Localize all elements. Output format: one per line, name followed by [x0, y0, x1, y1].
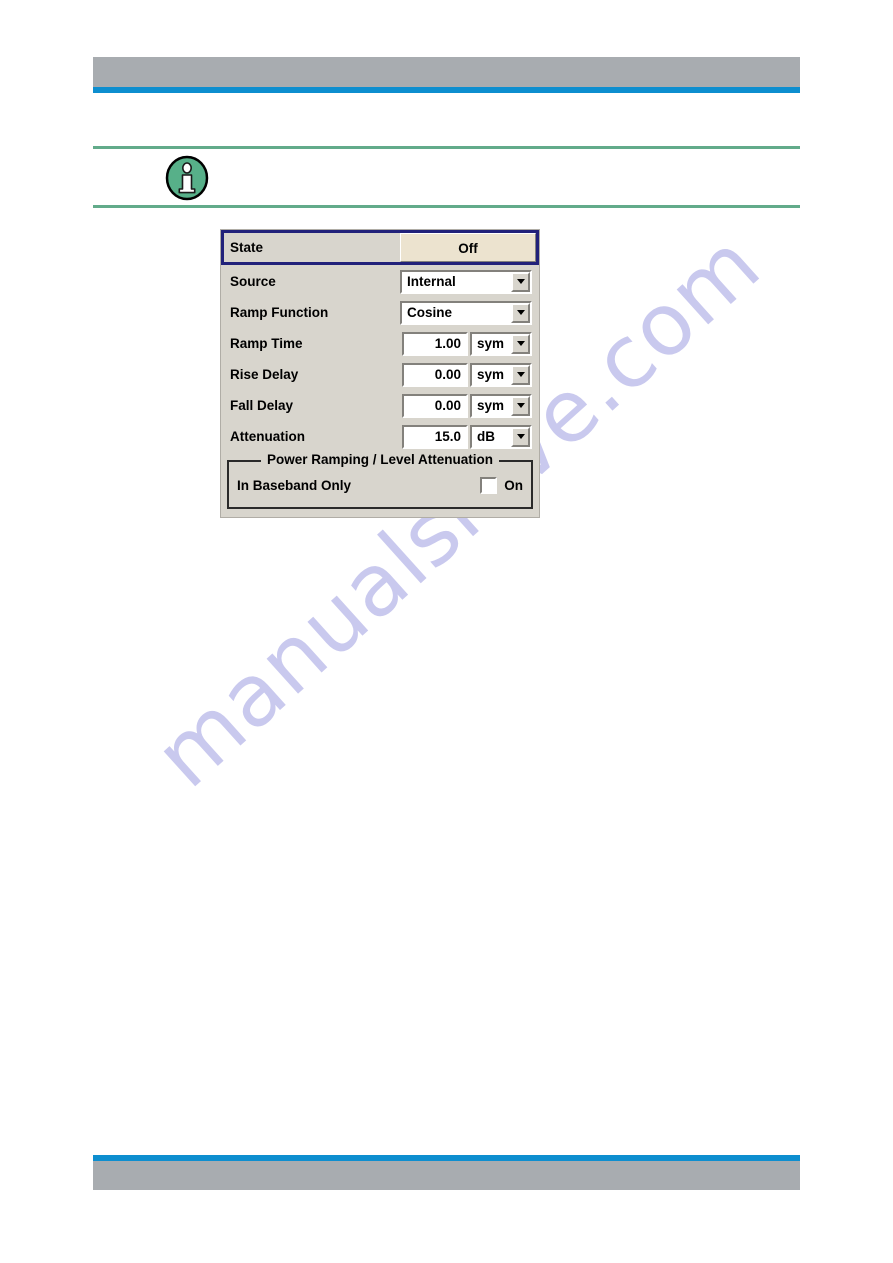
- label-fall-delay: Fall Delay: [230, 398, 294, 413]
- groupbox-legend-text: Power Ramping / Level Attenuation: [260, 452, 500, 467]
- in-baseband-only-checkbox-label: On: [504, 478, 523, 493]
- chevron-down-icon[interactable]: [511, 271, 530, 292]
- note-bottom-rule: [93, 205, 800, 208]
- groupbox-row-in-baseband-only[interactable]: In Baseband Only On: [237, 472, 523, 499]
- control-fall-delay: 0.00 sym: [397, 393, 532, 418]
- control-source: Internal: [397, 269, 532, 294]
- label-attenuation: Attenuation: [230, 429, 305, 444]
- ramp-function-combo-value: Cosine: [407, 304, 453, 320]
- control-rise-delay: 0.00 sym: [397, 362, 532, 387]
- dialog-row-attenuation[interactable]: Attenuation 15.0 dB: [221, 421, 539, 452]
- control-ramp-function: Cosine: [397, 300, 532, 325]
- page-footer: [93, 1155, 800, 1190]
- note-body: [93, 149, 800, 205]
- power-ramping-dialog: State Off Source Internal Ramp Function …: [220, 229, 540, 518]
- chevron-down-icon[interactable]: [511, 395, 530, 416]
- control-state: Off: [400, 233, 536, 262]
- watermark: manualshive.com: [120, 214, 880, 1020]
- fall-delay-input[interactable]: 0.00: [402, 393, 468, 418]
- label-ramp-function: Ramp Function: [230, 305, 329, 320]
- state-toggle-button[interactable]: Off: [400, 233, 536, 262]
- page-header: [93, 57, 800, 93]
- dialog-row-rise-delay[interactable]: Rise Delay 0.00 sym: [221, 359, 539, 390]
- label-in-baseband-only: In Baseband Only: [237, 478, 352, 493]
- ramp-function-combo[interactable]: Cosine: [400, 300, 532, 325]
- chevron-down-icon[interactable]: [511, 333, 530, 354]
- dialog-row-fall-delay[interactable]: Fall Delay 0.00 sym: [221, 390, 539, 421]
- groupbox-legend: Power Ramping / Level Attenuation: [229, 452, 531, 467]
- source-combo-value: Internal: [407, 273, 456, 289]
- attenuation-unit-combo[interactable]: dB: [470, 424, 532, 449]
- info-icon: [165, 155, 209, 201]
- fall-delay-unit-value: sym: [477, 397, 505, 413]
- attenuation-unit-value: dB: [477, 428, 495, 444]
- footer-gray-bar: [93, 1161, 800, 1190]
- fall-delay-unit-combo[interactable]: sym: [470, 393, 532, 418]
- label-rise-delay: Rise Delay: [230, 367, 299, 382]
- in-baseband-only-checkbox[interactable]: [480, 477, 498, 494]
- chevron-down-icon[interactable]: [511, 364, 530, 385]
- rise-delay-unit-value: sym: [477, 366, 505, 382]
- ramp-time-unit-value: sym: [477, 335, 505, 351]
- dialog-row-ramp-time[interactable]: Ramp Time 1.00 sym: [221, 328, 539, 359]
- chevron-down-icon[interactable]: [511, 426, 530, 447]
- header-blue-rule: [93, 87, 800, 93]
- control-ramp-time: 1.00 sym: [397, 331, 532, 356]
- dialog-row-ramp-function[interactable]: Ramp Function Cosine: [221, 297, 539, 328]
- power-ramping-groupbox: Power Ramping / Level Attenuation In Bas…: [227, 452, 533, 509]
- dialog-row-state[interactable]: State Off: [221, 230, 539, 265]
- rise-delay-unit-combo[interactable]: sym: [470, 362, 532, 387]
- note-block: [93, 146, 800, 208]
- ramp-time-input[interactable]: 1.00: [402, 331, 468, 356]
- label-state: State: [230, 240, 264, 255]
- header-gray-bar: [93, 57, 800, 87]
- control-attenuation: 15.0 dB: [397, 424, 532, 449]
- chevron-down-icon[interactable]: [511, 302, 530, 323]
- dialog-row-source[interactable]: Source Internal: [221, 266, 539, 297]
- attenuation-input[interactable]: 15.0: [402, 424, 468, 449]
- source-combo[interactable]: Internal: [400, 269, 532, 294]
- label-ramp-time: Ramp Time: [230, 336, 303, 351]
- label-source: Source: [230, 274, 276, 289]
- rise-delay-input[interactable]: 0.00: [402, 362, 468, 387]
- ramp-time-unit-combo[interactable]: sym: [470, 331, 532, 356]
